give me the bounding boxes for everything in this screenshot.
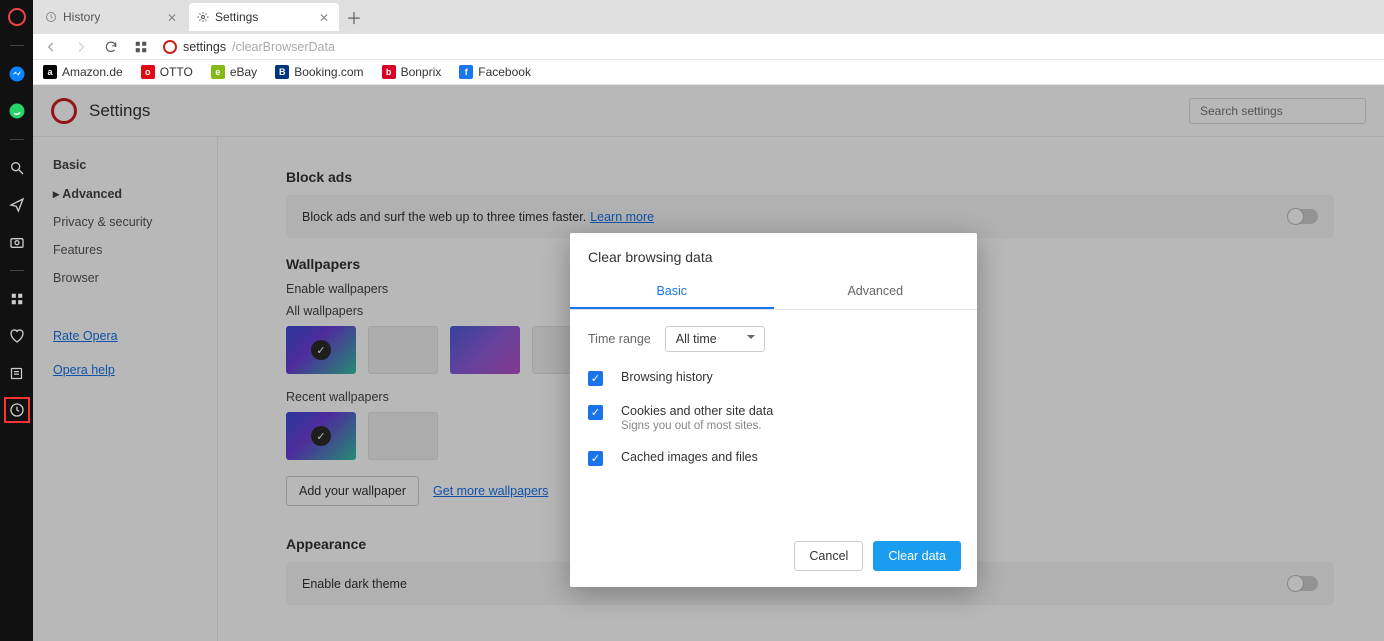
opera-icon[interactable] [6,6,28,28]
tab-basic[interactable]: Basic [570,275,774,309]
bookmark-label: eBay [230,65,257,79]
bookmark-label: Bonprix [401,65,442,79]
site-icon: e [211,65,225,79]
site-icon: B [275,65,289,79]
rail-divider [10,45,24,46]
send-icon[interactable] [6,194,28,216]
speed-dial-button[interactable] [133,39,149,55]
checkbox-icon[interactable]: ✓ [588,405,603,420]
bookmark-item[interactable]: eeBay [211,65,257,79]
cancel-button[interactable]: Cancel [794,541,863,571]
time-range-label: Time range [588,332,651,346]
option-sublabel: Signs you out of most sites. [621,420,773,432]
clear-data-button[interactable]: Clear data [873,541,961,571]
site-icon: f [459,65,473,79]
checkbox-icon[interactable]: ✓ [588,451,603,466]
tab-history[interactable]: History ✕ [37,3,187,31]
site-icon: b [382,65,396,79]
news-icon[interactable] [6,362,28,384]
search-icon[interactable] [6,157,28,179]
bookmark-label: Booking.com [294,65,363,79]
bookmark-item[interactable]: B Booking.com [275,65,363,79]
site-icon: o [141,65,155,79]
left-rail [0,0,33,641]
option-cookies[interactable]: ✓ Cookies and other site data Signs you … [588,404,959,432]
address-bar[interactable]: settings/clearBrowserData [163,40,1374,54]
bookmark-bar: a Amazon.de o OTTO eeBay B Booking.com b Bon… [33,60,1384,85]
option-label: Cached images and files [621,450,758,464]
option-browsing-history[interactable]: ✓ Browsing history [588,370,959,386]
time-range-select[interactable]: All time [665,326,765,352]
option-label: Cookies and other site data [621,404,773,418]
bookmark-label: OTTO [160,65,193,79]
site-icon: a [43,65,57,79]
history-icon[interactable] [6,399,28,421]
back-button[interactable] [43,39,59,55]
close-icon[interactable]: ✕ [319,11,331,23]
bookmark-item[interactable]: b Bonprix [382,65,442,79]
gear-icon [197,11,209,23]
whatsapp-icon[interactable] [6,100,28,122]
dialog-footer: Cancel Clear data [570,524,977,587]
option-cached[interactable]: ✓ Cached images and files [588,450,959,466]
option-label: Browsing history [621,370,713,384]
heart-icon[interactable] [6,325,28,347]
url-path: /clearBrowserData [232,40,335,54]
reload-button[interactable] [103,39,119,55]
rail-divider [10,270,24,271]
dialog-tabs: Basic Advanced [570,275,977,310]
clear-data-dialog: Clear browsing data Basic Advanced Time … [570,233,977,587]
new-tab-button[interactable]: ＋ [341,4,367,30]
dialog-title: Clear browsing data [570,233,977,275]
history-icon [45,11,57,23]
messenger-icon[interactable] [6,63,28,85]
close-icon[interactable]: ✕ [167,11,179,23]
url-host: settings [183,40,226,54]
dialog-body: Time range All time ✓ Browsing history ✓… [570,310,977,524]
opera-icon [163,40,177,54]
tab-label: Settings [215,10,258,24]
rail-divider [10,139,24,140]
bookmark-item[interactable]: o OTTO [141,65,193,79]
forward-button[interactable] [73,39,89,55]
tab-label: History [63,10,100,24]
checkbox-icon[interactable]: ✓ [588,371,603,386]
bookmark-label: Facebook [478,65,531,79]
tabstrip: History ✕ Settings ✕ ＋ [33,0,1384,34]
camera-icon[interactable] [6,231,28,253]
tab-settings[interactable]: Settings ✕ [189,3,339,31]
bookmark-item[interactable]: f Facebook [459,65,531,79]
apps-icon[interactable] [6,288,28,310]
bookmark-label: Amazon.de [62,65,123,79]
toolbar: settings/clearBrowserData [33,34,1384,60]
tab-advanced[interactable]: Advanced [774,275,978,309]
bookmark-item[interactable]: a Amazon.de [43,65,123,79]
